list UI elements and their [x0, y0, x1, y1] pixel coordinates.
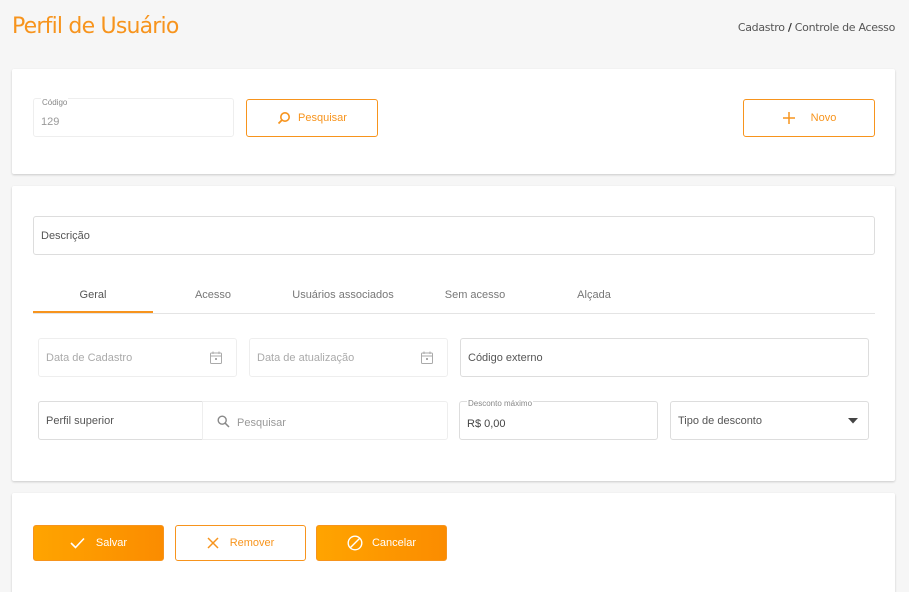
search-icon: [277, 112, 291, 125]
perfil-search-placeholder: Pesquisar: [237, 417, 286, 429]
breadcrumb-current: Controle de Acesso: [794, 21, 896, 34]
codigo-field[interactable]: Código 129: [33, 98, 234, 137]
codigo-externo-label: Código externo: [468, 352, 543, 364]
tab-geral[interactable]: Geral: [33, 283, 153, 313]
plus-icon: [782, 112, 795, 124]
close-icon: [207, 537, 219, 549]
data-cadastro-label: Data de Cadastro: [46, 352, 133, 364]
search-button[interactable]: Pesquisar: [246, 99, 378, 137]
breadcrumb-separator: /: [787, 21, 792, 34]
search-icon: [217, 415, 230, 428]
perfil-search-input[interactable]: Pesquisar: [202, 401, 448, 440]
data-atualizacao-field[interactable]: Data de atualização: [249, 338, 448, 377]
tab-acesso[interactable]: Acesso: [153, 283, 273, 313]
form-card: Descrição Geral Acesso Usuários associad…: [12, 186, 895, 481]
tipo-desconto-select[interactable]: Tipo de desconto: [670, 401, 869, 440]
codigo-label: Código: [41, 98, 69, 107]
page-title: Perfil de Usuário: [12, 14, 179, 39]
search-button-label: Pesquisar: [298, 112, 347, 124]
tab-bar: Geral Acesso Usuários associados Sem ace…: [33, 283, 875, 314]
calendar-icon[interactable]: [210, 351, 222, 364]
descricao-field[interactable]: Descrição: [33, 216, 875, 255]
desconto-label: Desconto máximo: [467, 399, 534, 408]
calendar-icon[interactable]: [421, 351, 433, 364]
perfil-superior-label: Perfil superior: [46, 415, 114, 427]
tipo-desconto-label: Tipo de desconto: [678, 415, 762, 427]
data-cadastro-field[interactable]: Data de Cadastro: [38, 338, 237, 377]
new-button-label: Novo: [810, 112, 837, 124]
check-icon: [70, 537, 85, 549]
desconto-value: R$ 0,00: [467, 418, 506, 430]
descricao-label: Descrição: [41, 230, 90, 242]
breadcrumb-parent[interactable]: Cadastro: [738, 21, 785, 34]
codigo-externo-field[interactable]: Código externo: [460, 338, 869, 377]
tab-alcada[interactable]: Alçada: [534, 283, 654, 313]
codigo-value: 129: [41, 116, 60, 128]
actions-card: Salvar Remover Cancelar: [12, 493, 895, 592]
remove-button-label: Remover: [229, 537, 275, 549]
save-button[interactable]: Salvar: [33, 525, 164, 561]
caret-down-icon: [848, 418, 858, 424]
save-button-label: Salvar: [95, 537, 128, 549]
remove-button[interactable]: Remover: [175, 525, 306, 561]
desconto-maximo-field[interactable]: Desconto máximo R$ 0,00: [459, 399, 658, 440]
new-button[interactable]: Novo: [743, 99, 875, 137]
data-atualizacao-label: Data de atualização: [257, 352, 355, 364]
cancel-button-label: Cancelar: [371, 537, 417, 549]
perfil-superior-field[interactable]: Perfil superior: [38, 401, 203, 440]
tab-usuarios-associados[interactable]: Usuários associados: [283, 283, 403, 313]
cancel-button[interactable]: Cancelar: [316, 525, 447, 561]
search-card: Código 129 Pesquisar Novo: [12, 69, 895, 174]
tab-sem-acesso[interactable]: Sem acesso: [415, 283, 535, 313]
cancel-icon: [347, 535, 363, 551]
breadcrumb: Cadastro / Controle de Acesso: [738, 21, 895, 34]
